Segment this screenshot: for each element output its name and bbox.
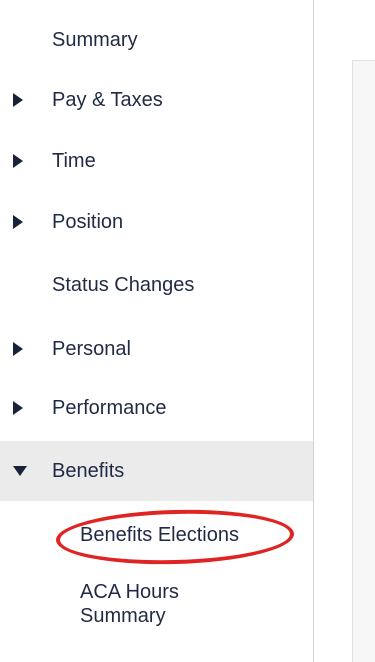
- app-window: Summary Pay & Taxes Time Position Status…: [0, 0, 375, 662]
- sidebar-nav: Summary Pay & Taxes Time Position Status…: [0, 0, 314, 662]
- caret-right-icon[interactable]: [12, 151, 40, 171]
- sidebar-item-personal[interactable]: Personal: [0, 319, 313, 379]
- sidebar-item-pay-taxes[interactable]: Pay & Taxes: [0, 70, 313, 130]
- sidebar-item-label: Status Changes: [52, 273, 195, 296]
- sidebar-item-status-changes[interactable]: Status Changes: [0, 255, 313, 315]
- sidebar-item-label: Pay & Taxes: [52, 88, 163, 111]
- caret-down-icon[interactable]: [12, 461, 40, 481]
- sidebar-subitem-label: ACA Hours Summary: [80, 581, 179, 627]
- sidebar-item-performance[interactable]: Performance: [0, 378, 313, 438]
- caret-right-icon[interactable]: [12, 398, 40, 418]
- sidebar-item-position[interactable]: Position: [0, 192, 313, 252]
- sidebar-subitem-label: Benefits Elections: [80, 523, 239, 546]
- sidebar-item-label: Position: [52, 210, 124, 233]
- sidebar-item-label: Benefits: [52, 459, 125, 482]
- caret-right-icon[interactable]: [12, 339, 40, 359]
- sidebar-item-benefits[interactable]: Benefits: [0, 441, 313, 501]
- sidebar-item-summary[interactable]: Summary: [0, 10, 313, 70]
- sidebar-subitem-aca-hours-summary[interactable]: ACA Hours Summary: [0, 580, 200, 628]
- content-panel: [352, 60, 375, 662]
- sidebar-item-label: Personal: [52, 337, 131, 360]
- caret-right-icon[interactable]: [12, 212, 40, 232]
- sidebar-item-label: Summary: [52, 28, 138, 51]
- sidebar-item-label: Time: [52, 149, 96, 172]
- sidebar-subitem-benefits-elections[interactable]: Benefits Elections: [0, 505, 313, 565]
- sidebar-item-label: Performance: [52, 396, 167, 419]
- caret-right-icon[interactable]: [12, 90, 40, 110]
- sidebar-item-time[interactable]: Time: [0, 131, 313, 191]
